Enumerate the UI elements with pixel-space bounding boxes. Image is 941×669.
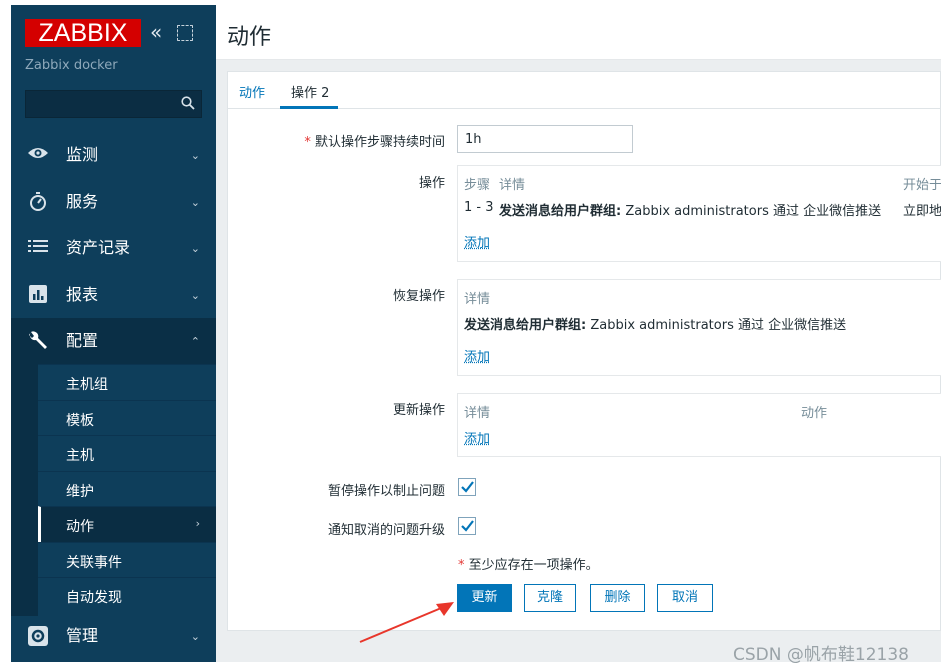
- cancel-button[interactable]: 取消: [657, 584, 713, 612]
- delete-button[interactable]: 删除: [590, 584, 645, 612]
- menu-label: 报表: [66, 285, 99, 304]
- operations-table: 步骤 详情 开始于 1 - 3 发送消息给用户群组: Zabbix admini…: [457, 165, 941, 262]
- recovery-details-bold: 发送消息给用户群组:: [464, 318, 587, 333]
- menu-item-reports[interactable]: 报表 ⌄: [11, 272, 216, 318]
- submenu-item-templates[interactable]: 模板: [38, 399, 216, 435]
- submenu-item-event-correlation[interactable]: 关联事件: [38, 541, 216, 577]
- operation-details: 发送消息给用户群组: Zabbix administrators 通过 企业微信…: [499, 200, 881, 219]
- operation-details-bold: 发送消息给用户群组:: [499, 204, 622, 219]
- operation-start: 立即地: [903, 204, 941, 219]
- clone-button[interactable]: 克隆: [524, 584, 576, 612]
- menu-label: 配置: [66, 331, 99, 350]
- default-duration-label: * 默认操作步骤持续时间: [245, 131, 445, 150]
- menu-label: 监测: [66, 145, 99, 164]
- required-note: * 至少应存在一项操作。: [458, 554, 599, 573]
- submenu-label: 主机组: [66, 377, 108, 393]
- search-icon[interactable]: [181, 96, 195, 110]
- chevron-down-icon: ⌄: [190, 242, 200, 255]
- required-mark: *: [304, 135, 311, 150]
- submenu-label: 动作: [66, 519, 94, 535]
- annotation-arrow: [359, 602, 454, 643]
- column-header-steps: 步骤: [464, 178, 491, 193]
- search-box: [25, 90, 202, 118]
- column-header-start: 开始于: [903, 178, 941, 193]
- operations-label: 操作: [418, 176, 445, 191]
- submenu-label: 主机: [66, 448, 94, 464]
- chevron-down-icon: ⌄: [190, 630, 200, 643]
- list-icon: [27, 238, 49, 258]
- menu-label: 服务: [66, 192, 99, 211]
- column-header-action: 动作: [801, 406, 828, 421]
- default-duration-input[interactable]: [457, 125, 633, 153]
- required-note-text: 至少应存在一项操作。: [468, 558, 599, 573]
- column-header-details: 详情: [464, 292, 491, 307]
- stopwatch-icon: [27, 192, 49, 212]
- pause-operations-label: 暂停操作以制止问题: [327, 484, 445, 499]
- tab-operations[interactable]: 操作 2: [291, 82, 329, 101]
- column-header-details: 详情: [499, 178, 526, 193]
- submenu-item-hosts[interactable]: 主机: [38, 435, 216, 471]
- server-name: Zabbix docker: [25, 58, 118, 73]
- watermark: CSDN @帆布鞋12138: [733, 645, 909, 665]
- update-operations-table: 详情 动作 添加: [457, 393, 941, 457]
- operation-steps: 1 - 3: [464, 200, 494, 215]
- recovery-details: 发送消息给用户群组: Zabbix administrators 通过 企业微信…: [464, 314, 846, 333]
- zabbix-logo[interactable]: ZABBIX: [25, 19, 141, 47]
- submenu-item-maintenance[interactable]: 维护: [38, 470, 216, 506]
- submenu-label: 模板: [66, 412, 94, 429]
- chevron-down-icon: ⌄: [190, 289, 200, 302]
- menu-item-configuration[interactable]: 配置 ⌃: [11, 318, 216, 364]
- collapse-sidebar-icon[interactable]: «: [150, 22, 172, 43]
- sidebar: ZABBIX « Zabbix docker 监测 ⌄ 服务 ⌄ 资产记录 ⌄ …: [11, 5, 216, 662]
- pause-operations-checkbox[interactable]: [458, 478, 476, 496]
- submenu-label: 关联事件: [66, 554, 122, 571]
- menu-item-administration[interactable]: 管理 ⌄: [11, 613, 216, 659]
- action-form-panel: 动作 操作 2 * 默认操作步骤持续时间 操作 步骤 详情 开始于 1 - 3 …: [227, 71, 941, 631]
- recovery-operations-table: 详情 发送消息给用户群组: Zabbix administrators 通过 企…: [457, 279, 941, 376]
- menu-item-inventory[interactable]: 资产记录 ⌄: [11, 225, 216, 271]
- recovery-details-rest: Zabbix administrators 通过 企业微信推送: [586, 318, 847, 333]
- chevron-right-icon: ›: [195, 517, 200, 530]
- menu-label: 资产记录: [66, 238, 131, 257]
- chevron-down-icon: ⌄: [190, 196, 200, 209]
- submenu-item-discovery[interactable]: 自动发现: [38, 577, 216, 613]
- kiosk-mode-icon[interactable]: [177, 25, 193, 41]
- add-operation-link[interactable]: 添加: [464, 232, 490, 251]
- search-input[interactable]: [26, 91, 176, 117]
- wrench-icon: [27, 331, 49, 351]
- notify-cancelled-checkbox[interactable]: [458, 517, 476, 535]
- add-update-operation-link[interactable]: 添加: [464, 428, 490, 447]
- active-tab-indicator: [280, 106, 338, 109]
- menu-item-monitoring[interactable]: 监测 ⌄: [11, 132, 216, 178]
- submenu-item-actions[interactable]: 动作 ›: [38, 506, 216, 542]
- gear-icon: [27, 626, 49, 646]
- configuration-submenu: 主机组 模板 主机 维护 动作 › 关联事件 自动发现: [38, 364, 216, 613]
- notify-cancelled-label: 通知取消的问题升级: [327, 523, 445, 538]
- recovery-operations-label: 恢复操作: [392, 289, 445, 304]
- tab-action[interactable]: 动作: [239, 82, 265, 101]
- submenu-gutter: [11, 364, 38, 616]
- submenu-label: 维护: [66, 483, 94, 500]
- submenu-label: 自动发现: [66, 590, 122, 606]
- menu-item-services[interactable]: 服务 ⌄: [11, 179, 216, 225]
- page-title: 动作: [227, 25, 272, 50]
- menu-label: 管理: [66, 626, 99, 645]
- bar-chart-icon: [27, 285, 49, 305]
- add-recovery-operation-link[interactable]: 添加: [464, 346, 490, 365]
- chevron-down-icon: ⌄: [190, 149, 200, 162]
- eye-icon: [27, 145, 49, 165]
- column-header-details: 详情: [464, 406, 491, 421]
- chevron-up-icon: ⌃: [190, 335, 200, 348]
- header: 动作: [216, 5, 941, 60]
- default-duration-text: 默认操作步骤持续时间: [314, 135, 445, 150]
- submenu-item-host-groups[interactable]: 主机组: [38, 364, 216, 400]
- tab-bar: 动作 操作 2: [228, 72, 941, 109]
- required-mark: *: [458, 558, 465, 573]
- operation-details-rest: Zabbix administrators 通过 企业微信推送: [621, 204, 882, 219]
- update-operations-label: 更新操作: [392, 403, 445, 418]
